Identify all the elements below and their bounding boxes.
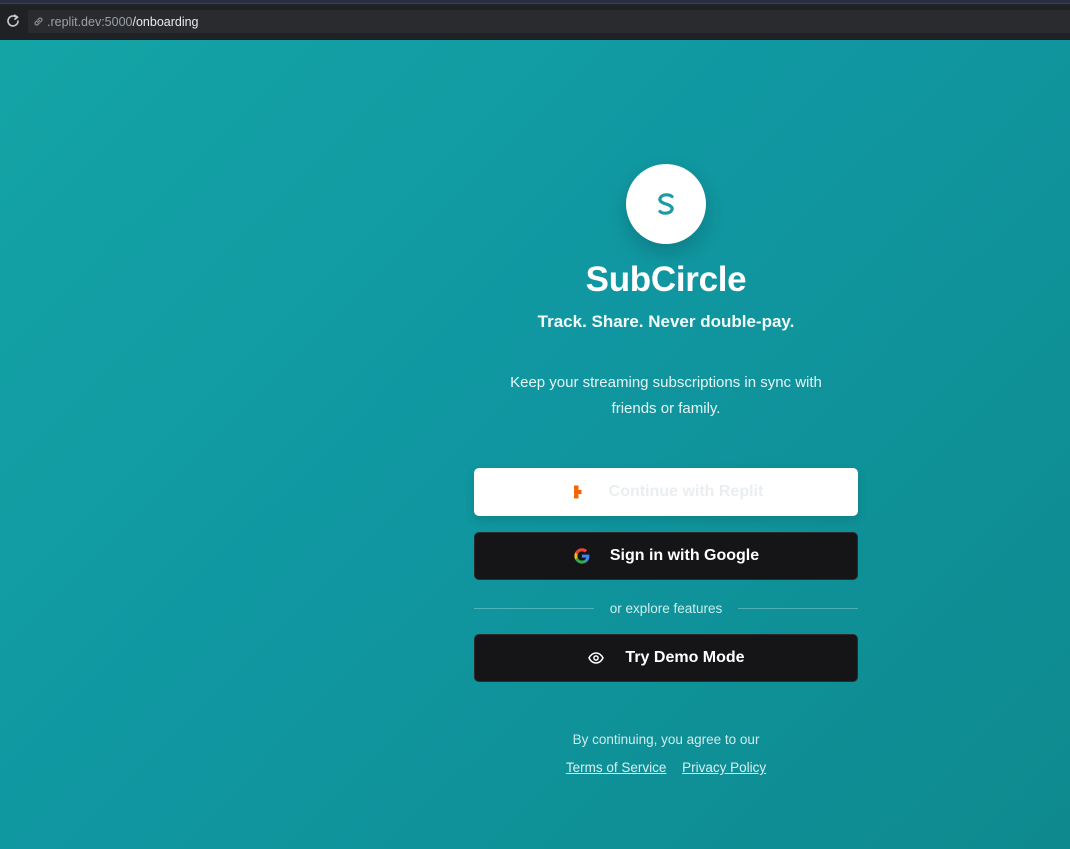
tab-strip-edge: [0, 0, 1070, 4]
address-bar[interactable]: .replit.dev:5000/onboarding: [28, 10, 1070, 33]
subcircle-logo-icon: [658, 193, 674, 215]
try-demo-mode-label: Try Demo Mode: [625, 649, 745, 666]
privacy-policy-link[interactable]: Privacy Policy: [682, 760, 766, 775]
url-path: /onboarding: [132, 14, 199, 29]
link-icon: [32, 15, 46, 29]
legal-notice: By continuing, you agree to our: [572, 732, 760, 747]
replit-icon: [569, 483, 587, 501]
divider-line-right: [738, 607, 858, 609]
google-icon: [573, 547, 591, 565]
terms-of-service-link[interactable]: Terms of Service: [566, 760, 667, 775]
app-tagline: Track. Share. Never double-pay.: [537, 312, 795, 331]
divider-text: or explore features: [609, 600, 723, 616]
divider-line-left: [474, 607, 594, 609]
legal-links: Terms of Service Privacy Policy: [474, 760, 858, 775]
url-host: .replit.dev:5000: [47, 14, 133, 29]
reload-icon[interactable]: [4, 12, 22, 30]
onboarding-page: SubCircle Track. Share. Never double-pay…: [0, 40, 1070, 849]
divider: or explore features: [474, 598, 858, 618]
browser-toolbar: .replit.dev:5000/onboarding: [0, 0, 1070, 40]
app-description: Keep your streaming subscriptions in syn…: [510, 374, 822, 417]
continue-with-replit-button[interactable]: Continue with Replit: [474, 468, 858, 516]
try-demo-mode-button[interactable]: Try Demo Mode: [474, 634, 858, 682]
eye-icon: [587, 649, 605, 667]
sign-in-with-google-button[interactable]: Sign in with Google: [474, 532, 858, 580]
app-logo: [626, 164, 706, 244]
continue-with-replit-label: Continue with Replit: [608, 483, 764, 500]
app-title: SubCircle: [585, 260, 747, 299]
sign-in-with-google-label: Sign in with Google: [609, 547, 760, 564]
